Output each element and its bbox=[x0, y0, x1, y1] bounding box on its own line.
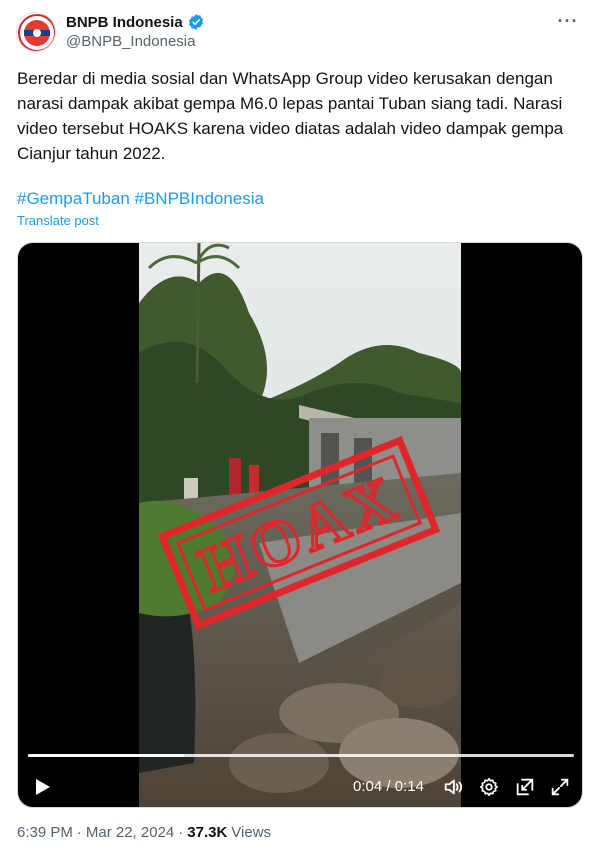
video-thumbnail: HOAX bbox=[139, 243, 461, 807]
play-icon[interactable] bbox=[32, 777, 52, 797]
verified-badge-icon bbox=[188, 14, 203, 30]
tweet-header: BNPB Indonesia @BNPB_Indonesia ··· bbox=[16, 12, 580, 52]
duration: 0:14 bbox=[394, 778, 424, 795]
tweet-text: Beredar di media sosial dan WhatsApp Gro… bbox=[17, 69, 564, 163]
video-controls: 0:04 / 0:14 bbox=[18, 769, 582, 805]
video-frame[interactable]: HOAX bbox=[139, 243, 461, 807]
views-count: 37.3K bbox=[187, 824, 228, 841]
progress-fill bbox=[28, 754, 185, 757]
hashtag-bnpbindonesia[interactable]: #BNPBIndonesia bbox=[135, 189, 264, 208]
avatar[interactable] bbox=[16, 12, 56, 52]
fullscreen-icon[interactable] bbox=[549, 776, 571, 798]
bnpb-logo-icon bbox=[18, 14, 55, 51]
volume-icon[interactable] bbox=[442, 776, 464, 798]
more-options-icon[interactable]: ··· bbox=[556, 12, 580, 34]
video-player[interactable]: HOAX 0:04 / 0:14 bbox=[17, 242, 583, 808]
pop-out-icon[interactable] bbox=[514, 776, 536, 798]
handle[interactable]: @BNPB_Indonesia bbox=[66, 33, 195, 50]
post-date[interactable]: Mar 22, 2024 bbox=[86, 824, 174, 841]
settings-gear-icon[interactable] bbox=[478, 776, 500, 798]
name-row: BNPB Indonesia bbox=[66, 13, 205, 31]
video-time: 0:04 / 0:14 bbox=[353, 778, 424, 795]
post-time[interactable]: 6:39 PM bbox=[17, 824, 73, 841]
hashtag-gempatuban[interactable]: #GempaTuban bbox=[17, 189, 130, 208]
views-label: Views bbox=[231, 824, 272, 841]
display-name[interactable]: BNPB Indonesia bbox=[66, 14, 183, 31]
tweet-footer: 6:39 PM · Mar 22, 2024 · 37.3K Views bbox=[17, 824, 272, 841]
current-time: 0:04 bbox=[353, 778, 383, 795]
hashtags: #GempaTuban #BNPBIndonesia bbox=[17, 186, 264, 211]
translate-post-link[interactable]: Translate post bbox=[17, 213, 99, 228]
